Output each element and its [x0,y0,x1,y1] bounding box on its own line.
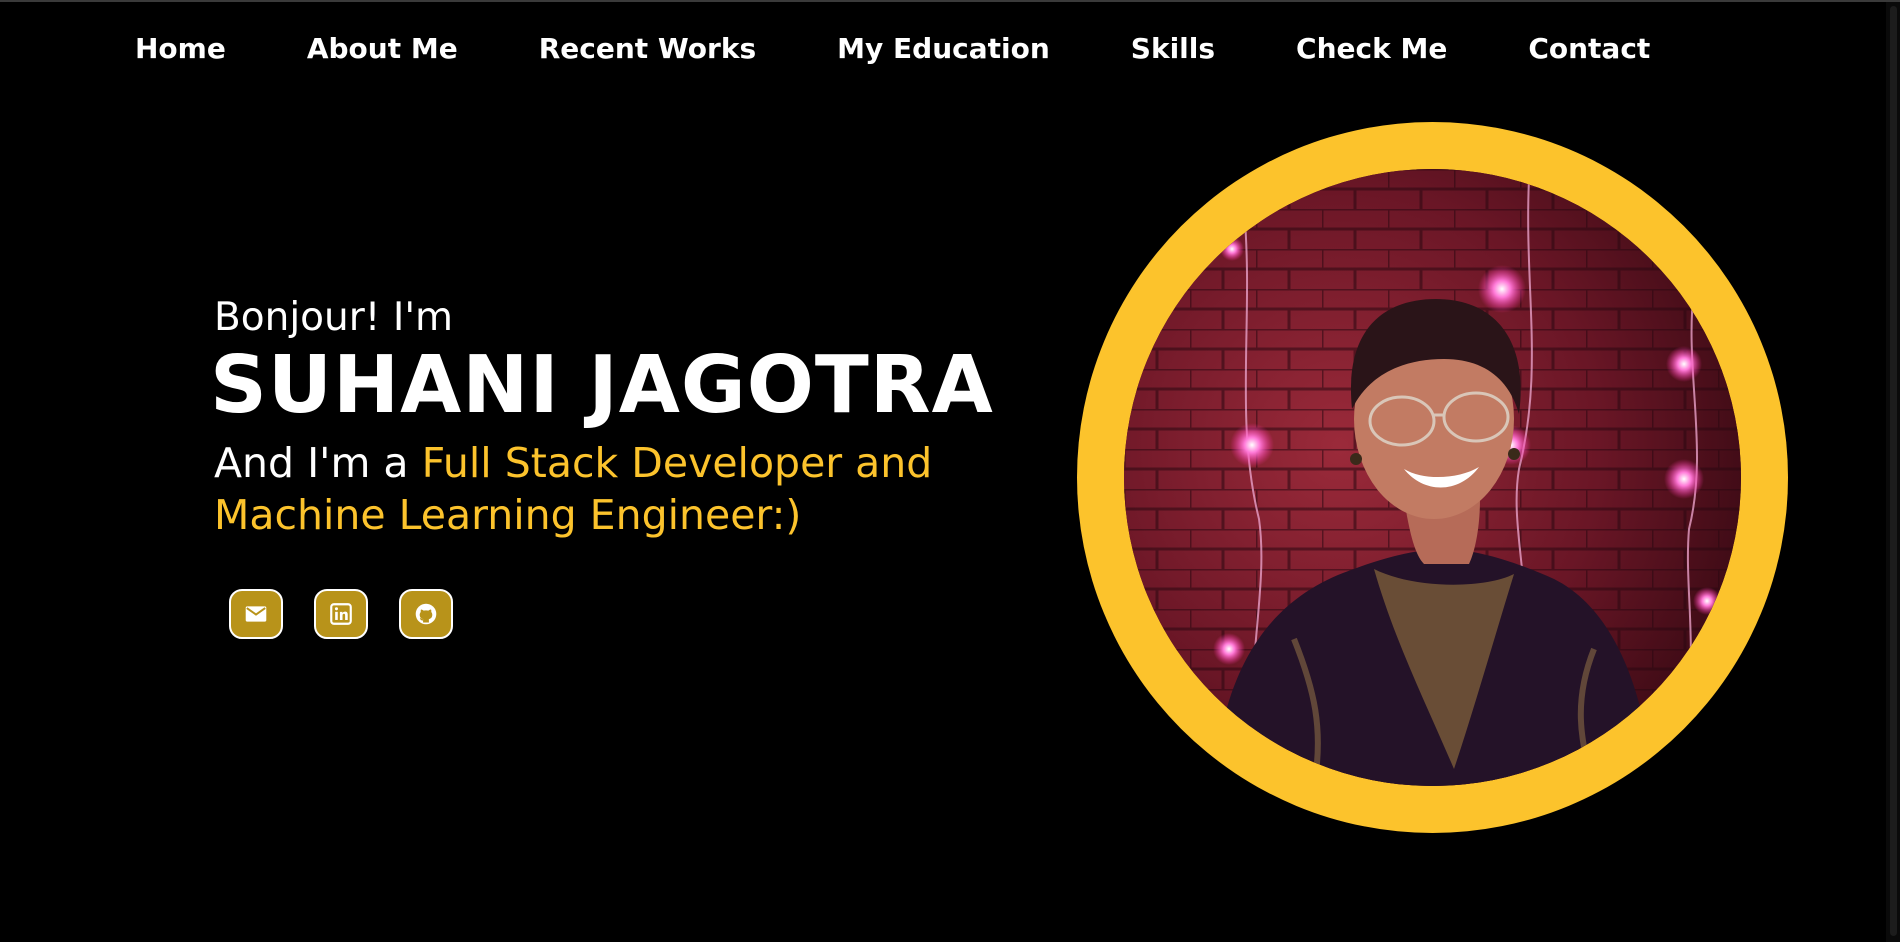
nav-recent-works[interactable]: Recent Works [539,32,756,65]
mail-icon [245,606,267,622]
linkedin-button[interactable] [314,589,368,639]
hero-role-prefix: And I'm a [214,439,422,487]
nav-check-me[interactable]: Check Me [1296,32,1447,65]
nav-my-education[interactable]: My Education [837,32,1050,65]
hero-intro: Bonjour! I'm SUHANI JAGOTRA And I'm a Fu… [210,295,1034,541]
scrollbar-thumb[interactable] [1890,6,1897,936]
nav-home[interactable]: Home [135,32,226,65]
nav-about-me[interactable]: About Me [307,32,458,65]
profile-photo-illustration [1124,169,1741,786]
github-icon [415,603,437,625]
email-button[interactable] [229,589,283,639]
hero-role: And I'm a Full Stack Developer and Machi… [214,437,1034,541]
social-links [229,589,453,639]
scrollbar[interactable] [1886,2,1900,942]
profile-photo [1124,169,1741,786]
main-nav: Home About Me Recent Works My Education … [135,32,1650,65]
nav-skills[interactable]: Skills [1131,32,1215,65]
linkedin-icon [330,603,352,625]
page: Home About Me Recent Works My Education … [0,0,1900,942]
profile-photo-frame [1077,122,1788,833]
nav-contact[interactable]: Contact [1528,32,1650,65]
hero-greeting: Bonjour! I'm [214,295,454,340]
github-button[interactable] [399,589,453,639]
hero-name: SUHANI JAGOTRA [210,339,994,431]
